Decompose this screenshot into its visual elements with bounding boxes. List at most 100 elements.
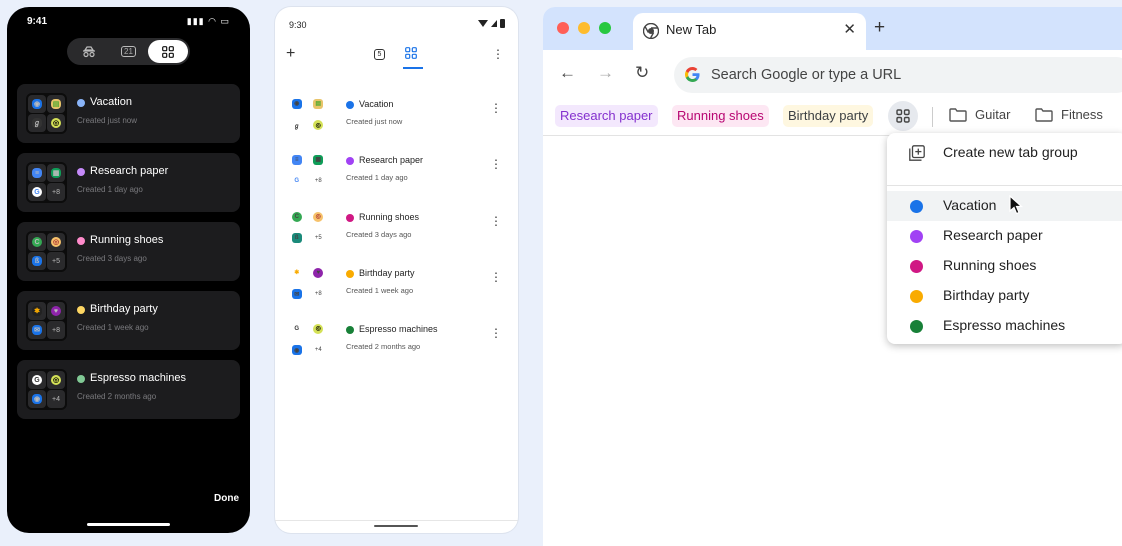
tab-groups-icon[interactable] (405, 47, 417, 59)
menu-item-label: Vacation (943, 197, 997, 213)
bookmarks-bar: Research paper Running shoes Birthday pa… (543, 98, 1122, 136)
browser-tab[interactable]: New Tab ✕ (633, 13, 866, 50)
bookmarks-separator (932, 107, 933, 127)
sheets-icon: ▦ (47, 164, 65, 182)
translate-icon: ℊ (28, 114, 46, 132)
forward-arrow-icon[interactable]: → (597, 63, 614, 83)
reload-icon[interactable]: ↻ (635, 63, 649, 83)
grid-icon (896, 109, 910, 123)
ios-group-card-birthday-party[interactable]: ✱ ♥ ✉ +8 Birthday party Created 1 week a… (17, 291, 240, 350)
chrome-logo-icon (643, 23, 659, 39)
tab-group-chip-research-paper[interactable]: Research paper (555, 105, 658, 127)
menu-item-running-shoes[interactable]: Running shoes (887, 251, 1122, 281)
group-created: Created just now (77, 116, 138, 125)
browser-toolbar: ← → ↻ Search Google or type a URL (543, 50, 1122, 98)
new-tab-button[interactable]: + (286, 45, 295, 63)
close-window-button[interactable] (557, 22, 569, 34)
maximize-window-button[interactable] (599, 22, 611, 34)
menu-item-espresso-machines[interactable]: Espresso machines (887, 311, 1122, 341)
tab-count-badge: 21 (121, 46, 136, 57)
group-thumbnail: C ◎ ß +5 (26, 231, 67, 272)
android-phone: 9:30 + 5 ⋮ ◉ ▤ ℊ ◎ Vacation Created just… (275, 7, 518, 533)
omnibox[interactable]: Search Google or type a URL (674, 57, 1122, 93)
group-color-dot (77, 306, 85, 314)
google-icon: G (287, 172, 307, 192)
tab-groups-menu: Create new tab group Vacation Research p… (887, 133, 1122, 344)
menu-item-vacation[interactable]: Vacation (887, 191, 1122, 221)
group-color-dot (346, 157, 354, 165)
group-menu-icon[interactable]: ⋮ (490, 214, 502, 228)
menu-item-research-paper[interactable]: Research paper (887, 221, 1122, 251)
google-icon: G (28, 183, 46, 201)
maps-icon: ◉ (287, 341, 307, 361)
android-gesture-bar (374, 525, 418, 527)
tripadvisor-icon: ◎ (309, 116, 329, 136)
group-title: Research paper (90, 165, 169, 177)
group-color-dot (346, 270, 354, 278)
android-group-row-vacation[interactable]: ◉ ▤ ℊ ◎ Vacation Created just now ⋮ (284, 91, 510, 141)
docs-icon: ≡ (28, 164, 46, 182)
folder-icon (949, 107, 967, 122)
group-menu-icon[interactable]: ⋮ (490, 101, 502, 115)
menu-item-birthday-party[interactable]: Birthday party (887, 281, 1122, 311)
ios-group-card-espresso-machines[interactable]: G ◎ ◉ +4 Espresso machines Created 2 mon… (17, 360, 240, 419)
tab-switcher-button[interactable]: 5 (374, 49, 385, 60)
more-tabs-count: +5 (47, 252, 65, 270)
group-title: Espresso machines (359, 324, 438, 334)
group-menu-icon[interactable]: ⋮ (490, 326, 502, 340)
group-created: Created 3 days ago (346, 230, 412, 239)
group-created: Created 1 week ago (77, 323, 149, 332)
android-group-row-running-shoes[interactable]: C ◎ ß +5 Running shoes Created 3 days ag… (284, 204, 510, 254)
mouse-cursor-icon (1009, 195, 1023, 215)
more-options-icon[interactable]: ⋮ (492, 47, 504, 61)
pinwheel-icon: ✱ (287, 263, 307, 283)
new-tab-button[interactable]: + (874, 17, 885, 39)
group-color-dot (910, 200, 923, 213)
tab-groups-segment[interactable] (148, 40, 189, 63)
folder-label: Guitar (975, 107, 1011, 122)
open-tabs-segment[interactable]: 21 (109, 40, 149, 63)
group-color-dot (910, 290, 923, 303)
back-arrow-icon[interactable]: ← (559, 63, 576, 83)
done-button[interactable]: Done (214, 493, 239, 504)
ios-group-card-vacation[interactable]: ◉ ▤ ℊ ◎ Vacation Created just now (17, 84, 240, 143)
tab-strip: New Tab ✕ + (543, 7, 1122, 50)
android-group-row-birthday-party[interactable]: ✱ ♥ ✉ +8 Birthday party Created 1 week a… (284, 260, 510, 310)
group-color-dot (77, 237, 85, 245)
ios-status-time: 9:41 (27, 16, 48, 27)
android-group-row-research-paper[interactable]: ≡ ▦ G +8 Research paper Created 1 day ag… (284, 147, 510, 197)
group-created: Created 1 day ago (77, 185, 143, 194)
tab-groups-button[interactable] (888, 101, 918, 131)
more-tabs-count: +8 (314, 291, 322, 298)
tripadvisor-icon: ◎ (47, 114, 65, 132)
group-menu-icon[interactable]: ⋮ (490, 157, 502, 171)
google-icon: G (28, 371, 46, 389)
ios-phone: 9:41 ▮▮▮ ◠ ▭ 21 ◉ ▤ ℊ ◎ Vacation Created… (7, 7, 250, 533)
incognito-tabs-segment[interactable] (69, 40, 109, 63)
bookmark-folder-fitness[interactable]: Fitness (1035, 107, 1103, 122)
tab-group-chip-running-shoes[interactable]: Running shoes (672, 105, 769, 127)
group-created: Created just now (346, 117, 403, 126)
store-icon: ◎ (47, 233, 65, 251)
bookmark-folder-guitar[interactable]: Guitar (949, 107, 1010, 122)
ios-group-card-research-paper[interactable]: ≡ ▦ G +8 Research paper Created 1 day ag… (17, 153, 240, 212)
create-new-tab-group-item[interactable]: Create new tab group (887, 133, 1122, 176)
group-created: Created 3 days ago (77, 254, 147, 263)
grid-icon (162, 45, 175, 58)
group-color-dot (346, 214, 354, 222)
minimize-window-button[interactable] (578, 22, 590, 34)
close-tab-icon[interactable]: ✕ (843, 20, 856, 38)
group-color-dot (910, 230, 923, 243)
android-status-icons (478, 19, 506, 30)
group-color-dot (77, 99, 85, 107)
group-title: Vacation (359, 99, 394, 109)
sheets-icon: ▦ (309, 150, 329, 170)
tab-title: New Tab (666, 22, 717, 37)
tripadvisor-icon: ◎ (309, 319, 329, 339)
group-thumbnail: C ◎ ß +5 (284, 204, 331, 251)
group-menu-icon[interactable]: ⋮ (490, 270, 502, 284)
android-group-row-espresso-machines[interactable]: G ◎ ◉ +4 Espresso machines Created 2 mon… (284, 316, 510, 366)
group-color-dot (346, 101, 354, 109)
ios-group-card-running-shoes[interactable]: C ◎ ß +5 Running shoes Created 3 days ag… (17, 222, 240, 281)
tab-group-chip-birthday-party[interactable]: Birthday party (783, 105, 874, 127)
